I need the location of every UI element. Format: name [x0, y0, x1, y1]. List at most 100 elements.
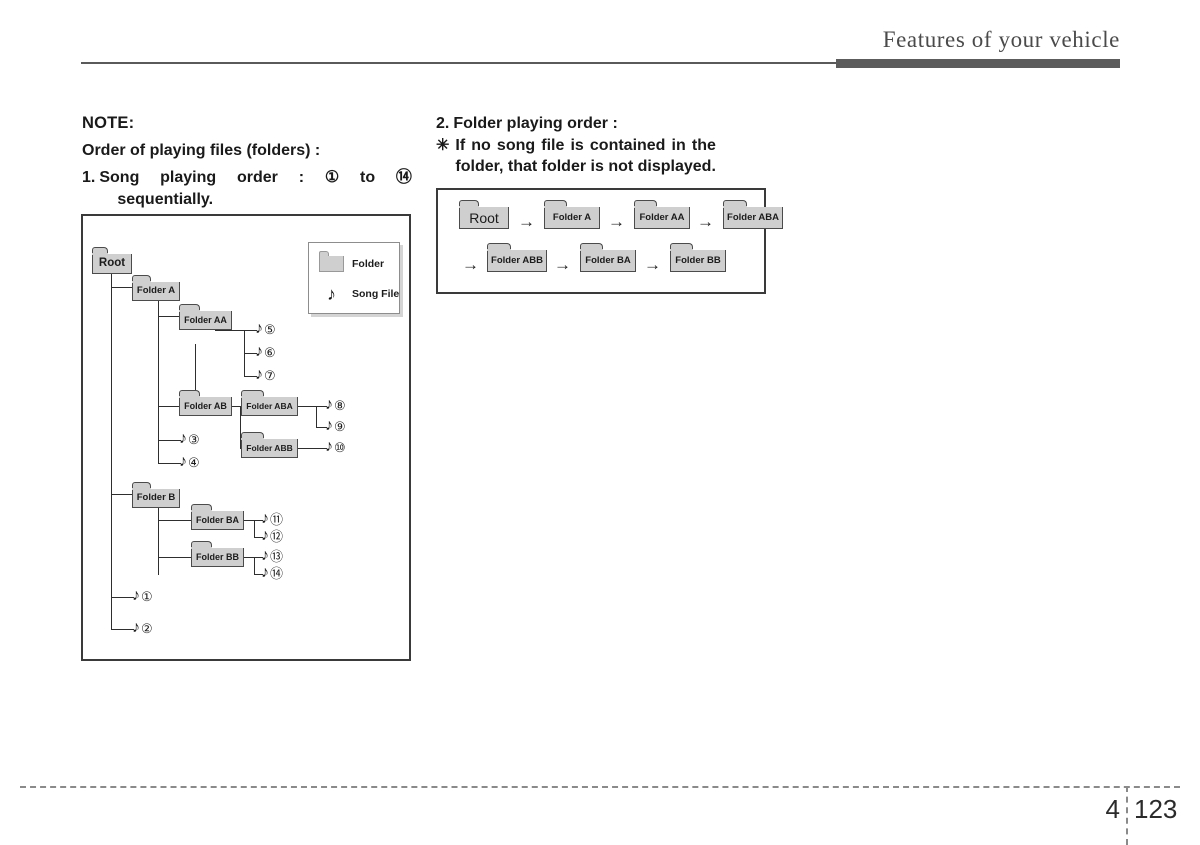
footer-divider-horizontal: [20, 786, 1180, 788]
music-note-icon: ♪: [255, 320, 263, 337]
tree-folder-ab[interactable]: Folder AB: [179, 390, 232, 416]
flow-arrow-2: →: [608, 212, 625, 231]
flow-folder-aba[interactable]: Folder ABA: [723, 200, 783, 229]
tree-song-9-index: ⑨: [334, 418, 346, 434]
tree-folder-bb[interactable]: Folder BB: [191, 541, 244, 567]
flow-arrow-5: →: [554, 255, 571, 274]
tree-song-12: ♪ ⑫: [261, 528, 283, 544]
word-song: Song: [99, 169, 140, 187]
music-note-icon: ♪: [179, 453, 187, 470]
music-note-icon: ♪: [132, 619, 140, 636]
flow-arrow-1: →: [518, 212, 535, 231]
tree-line-a-to-ab: [158, 406, 180, 407]
tree-song-14: ♪ ⑭: [261, 565, 283, 581]
tree-folder-a-label: Folder A: [136, 285, 176, 297]
song-order-item: 1. Song playing order : ① to ⑭ sequentia…: [82, 167, 412, 210]
word-colon: :: [298, 169, 305, 187]
tree-folder-abb-label: Folder ABB: [246, 442, 293, 453]
right-column: 2. Folder playing order : ✳ If no song f…: [436, 113, 776, 178]
folder-note-item: ✳ If no song file is contained in the fo…: [436, 135, 776, 178]
flow-folder-a[interactable]: Folder A: [544, 200, 600, 229]
tree-line-a-to-song3: [158, 440, 181, 441]
word-file: file: [541, 136, 565, 154]
tree-folder-a[interactable]: Folder A: [132, 275, 180, 301]
tree-song-6-index: ⑥: [264, 344, 276, 360]
song-order-line-2: sequentially.: [117, 191, 214, 209]
tree-folder-ba-label: Folder BA: [195, 514, 239, 525]
chapter-number: 4: [1105, 794, 1120, 824]
word-contained: contained: [589, 136, 666, 154]
footer-divider-vertical: [1126, 786, 1128, 845]
tree-song-14-index: ⑭: [270, 565, 284, 581]
tree-folder-abb[interactable]: Folder ABB: [241, 432, 298, 458]
tree-song-3: ♪ ③: [179, 431, 200, 447]
flow-arrow-4: →: [462, 255, 479, 274]
tree-folder-b[interactable]: Folder B: [132, 482, 180, 508]
page-number: 123: [1134, 794, 1178, 824]
word-order: order: [236, 169, 278, 187]
music-note-icon: ♪: [261, 527, 269, 544]
legend-row-song: ♪ Song File: [319, 285, 399, 303]
tree-folder-root[interactable]: Root: [92, 247, 132, 274]
tree-folder-aa-label: Folder AA: [184, 314, 227, 325]
music-note-icon: ♪: [325, 438, 333, 455]
tree-line-root-to-b: [111, 494, 133, 495]
tree-song-7: ♪ ⑦: [255, 367, 276, 383]
tree-folder-aba[interactable]: Folder ABA: [241, 390, 298, 416]
flow-folder-abb-label: Folder ABB: [491, 254, 543, 266]
tree-line-bb-trunk: [254, 557, 255, 575]
tree-song-11: ♪ ⑪: [261, 511, 283, 527]
tree-line-root-trunk: [111, 273, 112, 630]
tree-song-2-index: ②: [141, 620, 153, 636]
tree-song-2: ♪ ②: [132, 620, 153, 636]
word-song: song: [496, 136, 536, 154]
list-marker-2: 2.: [436, 115, 450, 132]
tree-song-1-index: ①: [141, 588, 153, 604]
tree-folder-b-label: Folder B: [136, 492, 176, 504]
tree-folder-aba-label: Folder ABA: [246, 400, 293, 411]
word-no: no: [471, 136, 491, 154]
tree-line-b-to-ba: [158, 520, 192, 521]
word-to: to: [360, 169, 376, 187]
tree-song-5: ♪ ⑤: [255, 321, 276, 337]
flow-folder-ba[interactable]: Folder BA: [580, 243, 636, 272]
tree-line-b-trunk: [158, 508, 159, 575]
asterisk-icon: ✳: [436, 136, 450, 154]
flow-folder-root-label: Root: [469, 209, 499, 226]
tree-song-5-index: ⑤: [264, 321, 276, 337]
legend-folder-label: Folder: [352, 258, 385, 270]
flow-folder-aba-label: Folder ABA: [727, 211, 779, 223]
tree-line-aa-stem: [215, 330, 245, 331]
flow-folder-aa-label: Folder AA: [639, 211, 685, 223]
tree-folder-aa[interactable]: Folder AA: [179, 304, 232, 330]
tree-song-11-index: ⑪: [270, 511, 284, 527]
folder-note-line-2: folder, that folder is not displayed.: [455, 158, 716, 176]
music-note-icon: ♪: [179, 430, 187, 447]
tree-song-3-index: ③: [188, 431, 200, 447]
word-is: is: [570, 136, 584, 154]
page-title: Features of your vehicle: [882, 27, 1120, 52]
tree-song-4: ♪ ④: [179, 454, 200, 470]
tree-song-8: ♪ ⑧: [325, 397, 346, 413]
legend-song-label: Song File: [352, 288, 400, 300]
tree-song-13-index: ⑬: [270, 548, 284, 564]
word-if: If: [455, 136, 466, 154]
tree-legend: Folder ♪ Song File: [308, 242, 400, 314]
left-column: NOTE: Order of playing files (folders) :…: [82, 113, 412, 211]
tree-line-root-to-song1: [111, 597, 134, 598]
flow-folder-abb[interactable]: Folder ABB: [487, 243, 547, 272]
circled-fourteen: ⑭: [395, 169, 412, 187]
flow-folder-root[interactable]: Root: [459, 200, 509, 229]
flow-folder-aa[interactable]: Folder AA: [634, 200, 690, 229]
tree-folder-root-label: Root: [98, 256, 126, 269]
flow-folder-a-label: Folder A: [552, 211, 592, 223]
tree-folder-ba[interactable]: Folder BA: [191, 504, 244, 530]
music-note-icon: ♪: [255, 366, 263, 383]
flow-folder-ba-label: Folder BA: [585, 254, 631, 266]
flow-arrow-3: →: [697, 212, 714, 231]
word-in: in: [671, 136, 686, 154]
flow-folder-bb[interactable]: Folder BB: [670, 243, 726, 272]
page-footer: 4 123: [0, 780, 1200, 845]
tree-song-1: ♪ ①: [132, 588, 153, 604]
word-the: the: [691, 136, 716, 154]
